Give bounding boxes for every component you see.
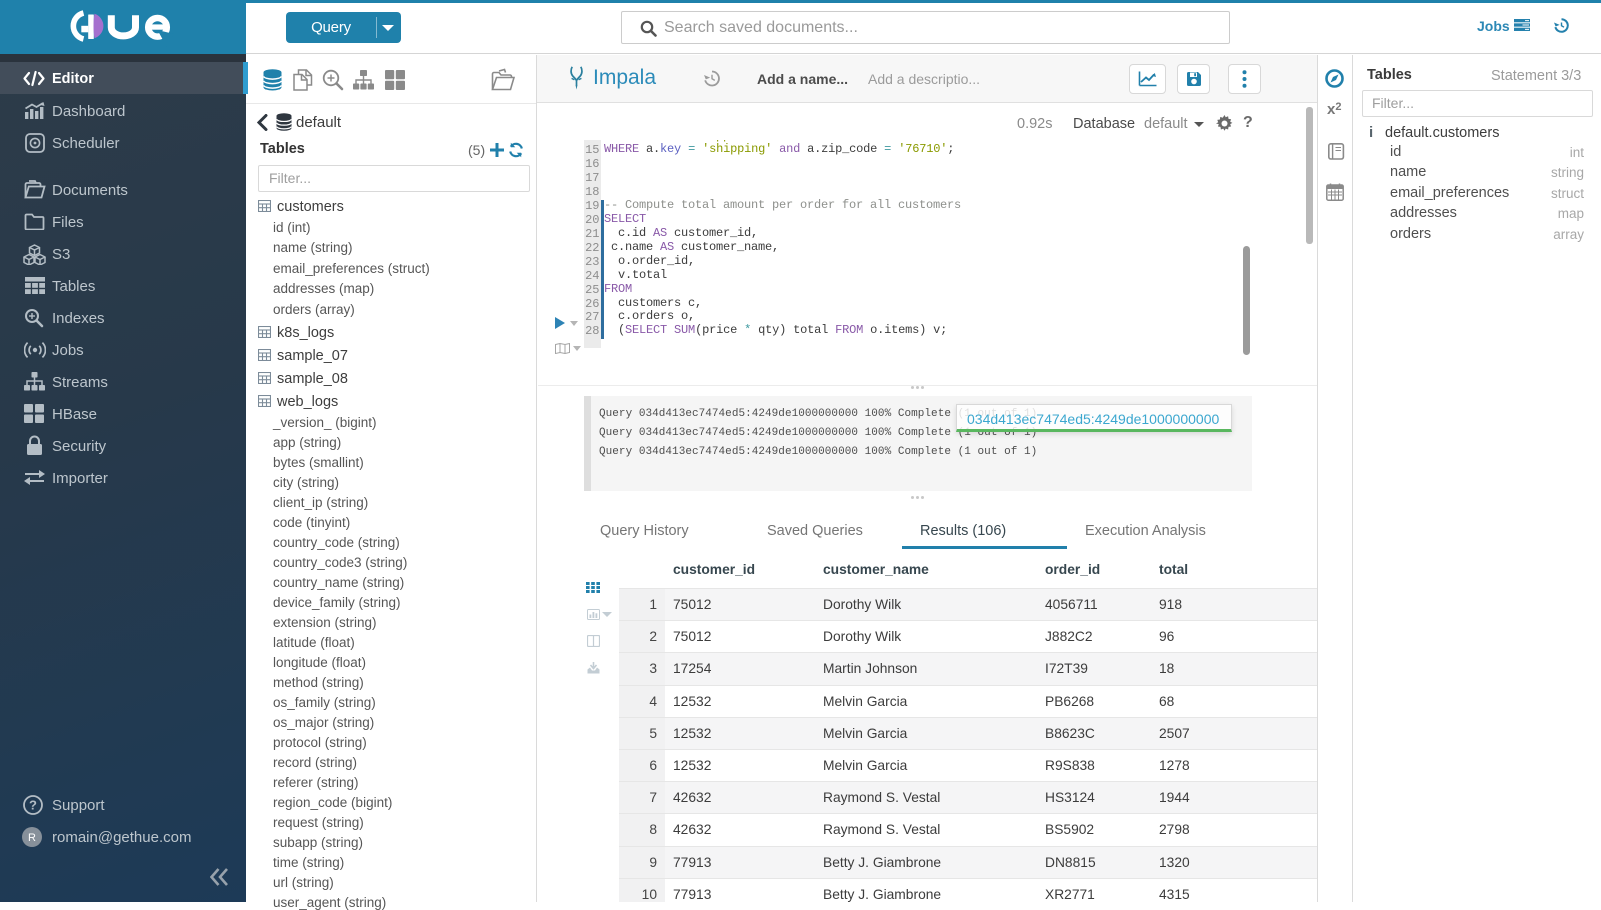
svg-text:?: ? (29, 798, 37, 813)
svg-text:R: R (28, 832, 36, 844)
